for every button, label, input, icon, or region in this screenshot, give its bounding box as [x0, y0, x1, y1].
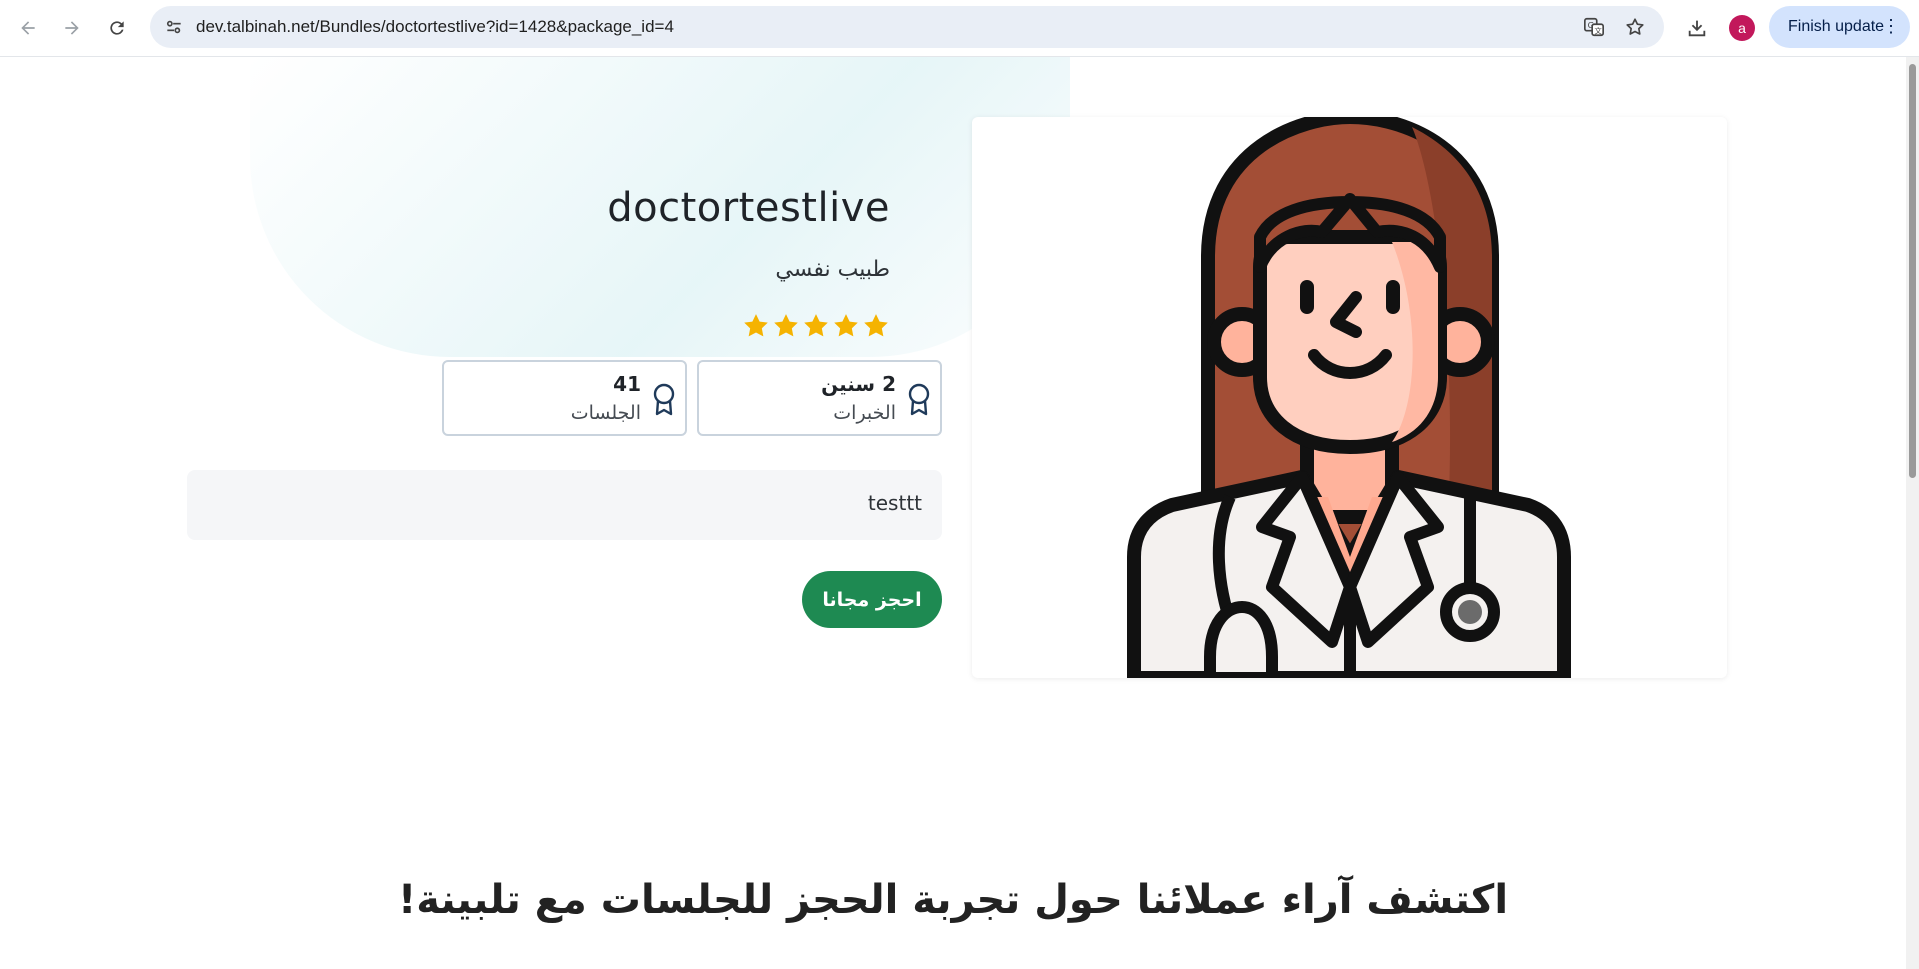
url-text[interactable]: dev.talbinah.net/Bundles/doctortestlive?… — [196, 17, 674, 37]
star-icon — [834, 314, 858, 337]
back-icon — [21, 21, 35, 35]
page-content: doctortestlive طبيب نفسي 2 سنين الخبرات … — [0, 57, 1906, 969]
reviews-heading: اكتشف آراء عملائنا حول تجربة الحجز للجلس… — [397, 877, 1509, 923]
star-icon — [804, 314, 828, 337]
star-icon — [744, 314, 768, 337]
doctor-name: doctortestlive — [607, 185, 890, 231]
rating-stars — [742, 312, 890, 340]
browser-toolbar: dev.talbinah.net/Bundles/doctortestlive?… — [0, 0, 1919, 57]
download-icon[interactable] — [1681, 12, 1713, 44]
finish-update-label: Finish update — [1788, 18, 1885, 35]
reload-button[interactable] — [101, 12, 133, 44]
bookmark-star-icon[interactable] — [1623, 15, 1647, 39]
address-bar[interactable]: dev.talbinah.net/Bundles/doctortestlive?… — [150, 6, 1664, 48]
svg-text:文: 文 — [1594, 26, 1602, 35]
doctor-avatar-illustration — [1127, 117, 1571, 678]
site-settings-icon[interactable] — [160, 13, 188, 41]
experience-label: الخبرات — [833, 402, 896, 424]
award-ribbon-icon — [653, 383, 675, 416]
doctor-specialty: طبيب نفسي — [775, 257, 890, 282]
scrollbar-thumb[interactable] — [1909, 64, 1916, 478]
back-button[interactable] — [12, 12, 44, 44]
sessions-label: الجلسات — [570, 402, 641, 424]
more-vert-icon[interactable]: ⋮ — [1882, 16, 1900, 36]
finish-update-button[interactable]: Finish update ⋮ — [1769, 6, 1910, 48]
experience-value: 2 سنين — [821, 372, 896, 396]
forward-icon — [65, 21, 79, 35]
forward-button[interactable] — [56, 12, 88, 44]
sessions-stat-card: 41 الجلسات — [442, 360, 687, 436]
bio-text: testtt — [867, 491, 922, 515]
profile-avatar[interactable]: a — [1729, 15, 1755, 41]
award-ribbon-icon — [908, 383, 930, 416]
translate-icon[interactable]: G文 — [1582, 15, 1606, 39]
experience-stat-card: 2 سنين الخبرات — [697, 360, 942, 436]
sessions-value: 41 — [613, 372, 641, 396]
star-icon — [864, 314, 888, 337]
doctor-photo-card — [972, 117, 1727, 678]
star-icon — [774, 314, 798, 337]
reload-icon — [110, 21, 124, 35]
book-free-button[interactable]: احجز مجانا — [802, 571, 942, 628]
bio-box: testtt — [187, 470, 942, 540]
